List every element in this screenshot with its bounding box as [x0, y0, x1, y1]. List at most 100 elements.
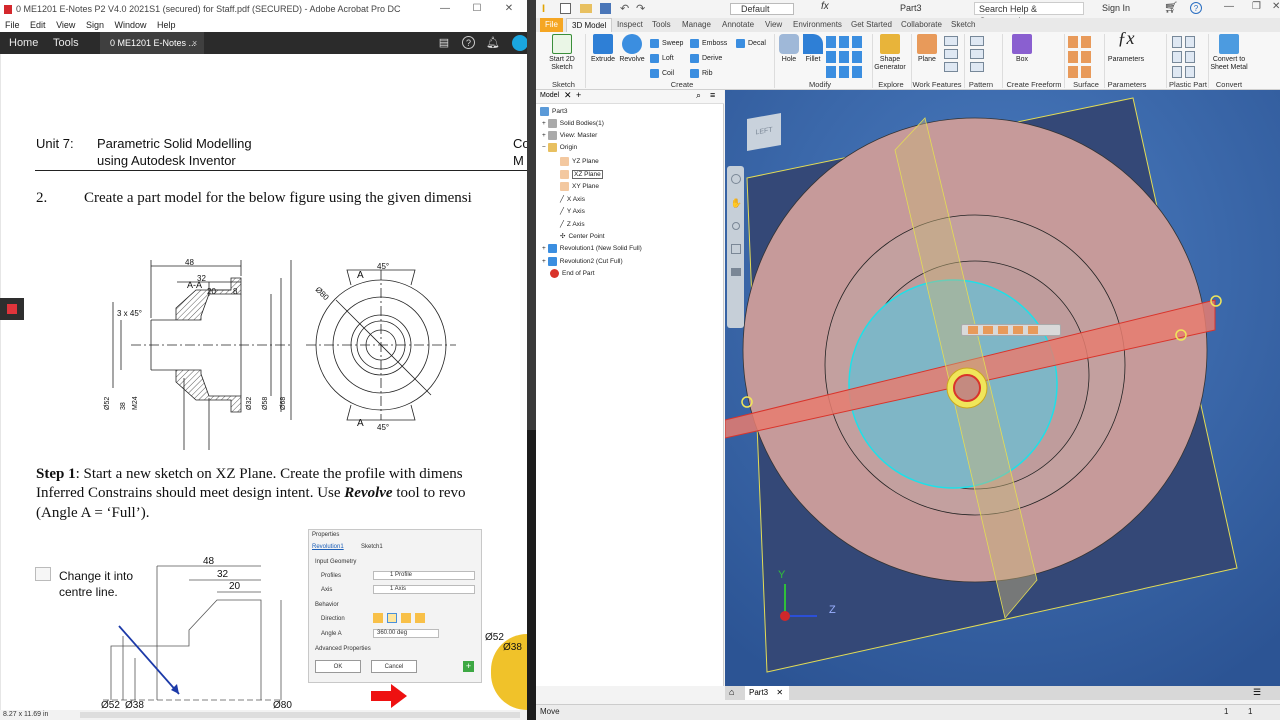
grill-icon[interactable] — [1172, 36, 1182, 48]
pan-icon[interactable]: ✋ — [731, 198, 742, 208]
shell-icon[interactable] — [839, 36, 849, 48]
menu-edit[interactable]: Edit — [30, 20, 46, 30]
mirror-icon[interactable] — [970, 62, 984, 72]
view-face-icon[interactable] — [730, 268, 741, 276]
start-sketch-button[interactable]: Start 2D Sketch — [544, 34, 580, 72]
mini-profile-icon[interactable] — [983, 326, 993, 334]
emboss-button[interactable]: Emboss — [690, 36, 727, 51]
orbit-icon[interactable] — [730, 244, 741, 254]
close-tab-icon[interactable]: ✕ — [776, 688, 783, 697]
advanced-header[interactable]: Advanced Properties — [315, 646, 371, 652]
sign-in-link[interactable]: Sign In — [1102, 3, 1130, 13]
snap-fit-icon[interactable] — [1185, 51, 1195, 63]
point-icon[interactable] — [944, 49, 958, 59]
tab-view[interactable]: View — [760, 18, 787, 32]
fillet-button[interactable]: Fillet — [800, 34, 826, 64]
sketch-tab[interactable]: Sketch1 — [361, 544, 383, 550]
revolution-tab[interactable]: Revolution1 — [312, 544, 344, 550]
cart-icon[interactable]: 🛒︎ — [1164, 1, 1178, 14]
menu-help[interactable]: Help — [157, 20, 176, 30]
close-icon[interactable]: ✕ — [494, 0, 524, 18]
menu-sign[interactable]: Sign — [86, 20, 104, 30]
profiles-field[interactable]: 1 Profile — [373, 571, 475, 580]
menu-icon[interactable]: ≡ — [710, 90, 715, 100]
search-icon[interactable]: ⌕ — [696, 90, 701, 101]
tree-yz-plane[interactable]: YZ Plane — [536, 156, 599, 168]
box-button[interactable]: Box — [1008, 34, 1036, 64]
circ-pattern-icon[interactable] — [970, 49, 984, 59]
replace-face-icon[interactable] — [1081, 66, 1091, 78]
tree-revolution2[interactable]: + Revolution2 (Cut Full) — [536, 256, 623, 268]
close-icon[interactable]: ✕ — [1272, 1, 1280, 12]
behavior-header[interactable]: Behavior — [315, 602, 339, 608]
combine-icon[interactable] — [852, 51, 862, 63]
vertical-scrollbar-thumb[interactable] — [527, 0, 536, 430]
stitch-icon[interactable] — [1068, 36, 1078, 48]
axis-icon[interactable] — [944, 36, 958, 46]
save-icon[interactable] — [600, 3, 611, 14]
tabs-menu-icon[interactable]: ☰ — [1253, 687, 1261, 698]
tree-view-master[interactable]: + View: Master — [536, 130, 597, 142]
model-tab[interactable]: Model — [540, 92, 559, 99]
rest-icon[interactable] — [1172, 51, 1182, 63]
home-tab[interactable]: Home — [1, 32, 46, 54]
help-icon[interactable]: ? — [462, 36, 475, 49]
delete-face-icon[interactable] — [852, 66, 862, 78]
add-browser-icon[interactable]: + — [576, 90, 581, 100]
tab-manage[interactable]: Manage — [677, 18, 716, 32]
menu-window[interactable]: Window — [114, 20, 146, 30]
direction-3-icon[interactable] — [401, 613, 411, 623]
ucs-icon[interactable] — [944, 62, 958, 72]
lip-icon[interactable] — [1185, 66, 1195, 78]
tab-annotate[interactable]: Annotate — [717, 18, 759, 32]
minimize-icon[interactable]: — — [1224, 1, 1234, 12]
material-dropdown[interactable]: Default — [730, 3, 794, 15]
cancel-button[interactable]: Cancel — [371, 660, 417, 673]
menu-file[interactable]: File — [5, 20, 20, 30]
rule-fillet-icon[interactable] — [1172, 66, 1182, 78]
mini-axis-icon[interactable] — [998, 326, 1008, 334]
tree-origin[interactable]: − Origin — [536, 142, 577, 154]
tab-collaborate[interactable]: Collaborate — [896, 18, 947, 32]
restore-icon[interactable]: ❐ — [1252, 1, 1261, 12]
input-geometry-header[interactable]: Input Geometry — [315, 559, 356, 565]
tab-environments[interactable]: Environments — [788, 18, 847, 32]
tab-get-started[interactable]: Get Started — [846, 18, 897, 32]
close-browser-icon[interactable]: ✕ — [564, 90, 572, 101]
split-icon[interactable] — [839, 51, 849, 63]
maximize-icon[interactable]: ☐ — [462, 0, 492, 18]
direction-2-icon[interactable] — [387, 613, 397, 623]
mini-ok-icon[interactable] — [1028, 326, 1038, 334]
tree-x-axis[interactable]: ╱ X Axis — [536, 194, 585, 206]
tools-tab[interactable]: Tools — [45, 32, 87, 54]
steering-wheel-icon[interactable] — [730, 174, 741, 184]
shape-generator-button[interactable]: Shape Generator — [872, 34, 908, 72]
trim-icon[interactable] — [1081, 51, 1091, 63]
undo-icon[interactable]: ↶ — [620, 2, 629, 15]
menu-view[interactable]: View — [56, 20, 75, 30]
tree-z-axis[interactable]: ╱ Z Axis — [536, 219, 585, 231]
tree-part3[interactable]: Part3 — [536, 106, 568, 118]
tab-file[interactable]: File — [540, 18, 563, 32]
tree-center-point[interactable]: ✣ Center Point — [536, 231, 605, 243]
axis-field[interactable]: 1 Axis — [373, 585, 475, 594]
tree-end-of-part[interactable]: End of Part — [536, 268, 595, 280]
direction-4-icon[interactable] — [415, 613, 425, 623]
minimize-icon[interactable]: — — [430, 0, 460, 18]
tree-solid-bodies[interactable]: + Solid Bodies(1) — [536, 118, 604, 130]
chamfer-icon[interactable] — [826, 36, 836, 48]
draft-icon[interactable] — [852, 36, 862, 48]
graphics-viewport[interactable]: LEFT ✋ Y Z — [725, 90, 1280, 686]
help-icon[interactable]: ? — [1190, 2, 1202, 14]
ok-button[interactable]: OK — [315, 660, 361, 673]
tree-revolution1[interactable]: + Revolution1 (New Solid Full) — [536, 243, 642, 255]
coil-button[interactable]: Coil — [650, 66, 683, 81]
fx-icon[interactable]: fx — [821, 1, 829, 12]
search-box[interactable]: Search Help & Commands... — [974, 2, 1084, 26]
plane-button[interactable]: Plane — [914, 34, 940, 64]
account-avatar[interactable] — [512, 35, 527, 51]
move-face-icon[interactable] — [839, 66, 849, 78]
home-icon[interactable]: ⌂ — [729, 687, 734, 697]
tab-tools[interactable]: Tools — [647, 18, 676, 32]
tab-3d-model[interactable]: 3D Model — [566, 18, 613, 32]
